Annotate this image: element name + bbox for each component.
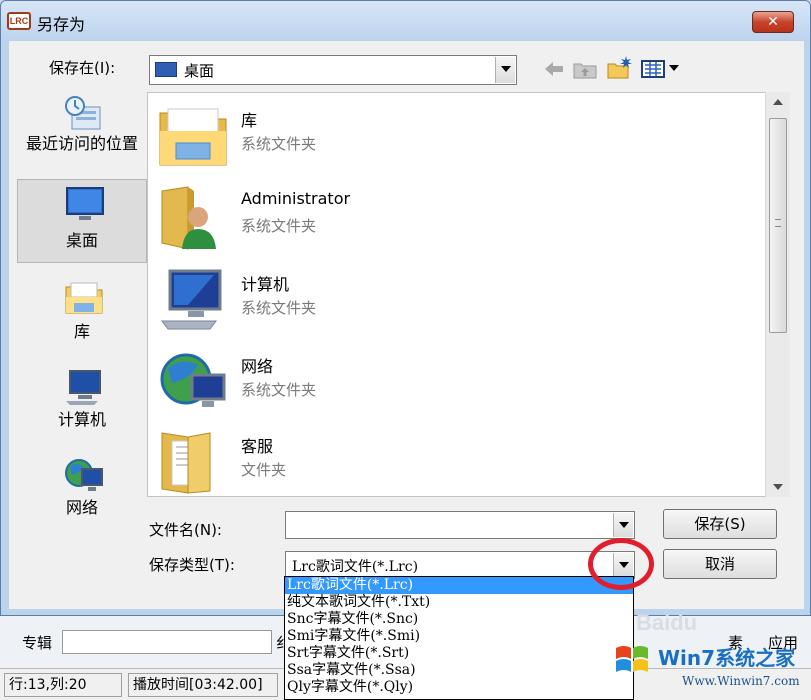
file-type: 文件夹: [241, 461, 287, 479]
scroll-down-arrow-icon[interactable]: [766, 477, 790, 497]
dialog-body: 保存在(I): 桌面 最近访问的位置 桌面 库 计算机 网络 库 系统文件夹 A…: [9, 41, 804, 609]
file-list[interactable]: 库 系统文件夹 Administrator 系统文件夹 计算机 系统文件夹 网络…: [147, 92, 790, 497]
lrc-app-icon: LRC: [7, 12, 31, 30]
scroll-thumb[interactable]: [769, 118, 787, 333]
filetype-dropdown-list[interactable]: Lrc歌词文件(*.Lrc) 纯文本歌词文件(*.Txt) Snc字幕文件(*.…: [284, 576, 634, 700]
scroll-up-arrow-icon[interactable]: [766, 92, 790, 112]
place-label: 库: [73, 322, 90, 341]
place-label: 计算机: [57, 410, 106, 429]
filename-label: 文件名(N):: [149, 521, 222, 539]
libraries-folder-icon: [159, 108, 227, 166]
watermark-brand: Win7系统之家: [658, 646, 796, 670]
place-label: 最近访问的位置: [25, 134, 138, 153]
filetype-option[interactable]: Srt字幕文件(*.Srt): [285, 645, 633, 662]
filetype-option[interactable]: Ssa字幕文件(*.Ssa): [285, 662, 633, 679]
file-item-libraries[interactable]: 库 系统文件夹: [156, 101, 756, 181]
filetype-option[interactable]: 纯文本歌词文件(*.Txt): [285, 594, 633, 611]
save-in-combo[interactable]: 桌面: [149, 55, 517, 85]
file-list-scrollbar[interactable]: [765, 92, 790, 497]
file-type: 系统文件夹: [241, 381, 317, 399]
cancel-button[interactable]: 取消: [663, 549, 777, 579]
close-button[interactable]: ✕: [752, 11, 794, 33]
chevron-down-icon[interactable]: [495, 57, 515, 83]
baidu-watermark: Baidu: [636, 610, 698, 635]
file-name: 网络: [241, 357, 274, 376]
album-label: 专辑: [22, 634, 53, 652]
file-name: 库: [241, 111, 258, 130]
place-label: 网络: [65, 498, 98, 517]
desktop-icon: [155, 62, 177, 77]
back-arrow-icon[interactable]: [543, 59, 565, 79]
place-computer[interactable]: 计算机: [17, 363, 147, 447]
libraries-icon: [65, 282, 103, 314]
place-label: 桌面: [65, 231, 98, 250]
filetype-option[interactable]: Lrc歌词文件(*.Lrc): [285, 577, 633, 594]
filetype-value: Lrc歌词文件(*.Lrc): [292, 559, 419, 575]
up-folder-icon[interactable]: [573, 59, 597, 79]
file-type: 系统文件夹: [241, 135, 317, 153]
file-type: 系统文件夹: [241, 299, 317, 317]
filetype-option[interactable]: Qly字幕文件(*.Qly): [285, 679, 633, 696]
file-item-network[interactable]: 网络 系统文件夹: [156, 347, 756, 427]
highlight-circle: [588, 538, 654, 590]
file-type: 系统文件夹: [241, 217, 317, 235]
view-menu-icon[interactable]: [641, 59, 681, 79]
save-button[interactable]: 保存(S): [663, 509, 777, 539]
file-item-kefu[interactable]: 客服 文件夹: [156, 427, 756, 507]
place-libraries[interactable]: 库: [17, 273, 147, 357]
filetype-select[interactable]: Lrc歌词文件(*.Lrc): [285, 551, 635, 579]
title-bar[interactable]: LRC 另存为 ✕: [1, 1, 810, 41]
chevron-down-icon[interactable]: [613, 513, 633, 537]
win7-watermark: Win7系统之家 Www.Winwin7.com: [612, 636, 808, 696]
user-folder-icon: [161, 186, 216, 250]
place-desktop[interactable]: 桌面: [17, 179, 147, 263]
dialog-title: 另存为: [37, 15, 86, 34]
filetype-label: 保存类型(T):: [149, 556, 235, 574]
network-icon: [65, 459, 103, 491]
folder-icon: [161, 432, 211, 494]
computer-icon: [161, 269, 222, 330]
save-as-dialog: LRC 另存为 ✕ 保存在(I): 桌面 最近访问的位置 桌面 库 计算机 网络…: [0, 0, 811, 616]
filetype-option[interactable]: Smi字幕文件(*.Smi): [285, 628, 633, 645]
place-recent[interactable]: 最近访问的位置: [17, 89, 147, 173]
recent-places-icon: [65, 96, 101, 130]
windows-logo-icon: [616, 646, 648, 672]
save-in-value: 桌面: [184, 62, 215, 80]
places-bar: 最近访问的位置 桌面 库 计算机 网络: [17, 89, 147, 549]
computer-icon: [66, 370, 101, 405]
status-play-time: 播放时间[03:42.00]: [128, 673, 278, 697]
desktop-icon: [66, 187, 104, 220]
filetype-option[interactable]: Snc字幕文件(*.Snc): [285, 611, 633, 628]
file-name: 计算机: [241, 275, 290, 294]
save-in-label: 保存在(I):: [49, 59, 116, 77]
new-folder-icon[interactable]: [607, 55, 633, 79]
network-globe-icon: [160, 353, 226, 407]
place-network[interactable]: 网络: [17, 451, 147, 535]
album-input[interactable]: [62, 630, 272, 654]
file-name: 客服: [241, 437, 274, 456]
status-position: 行:13,列:20: [4, 673, 122, 697]
watermark-url: Www.Winwin7.com: [682, 674, 800, 688]
file-item-computer[interactable]: 计算机 系统文件夹: [156, 265, 756, 345]
file-item-administrator[interactable]: Administrator 系统文件夹: [156, 183, 756, 263]
filename-input[interactable]: [285, 511, 635, 539]
file-name: Administrator: [241, 189, 351, 208]
